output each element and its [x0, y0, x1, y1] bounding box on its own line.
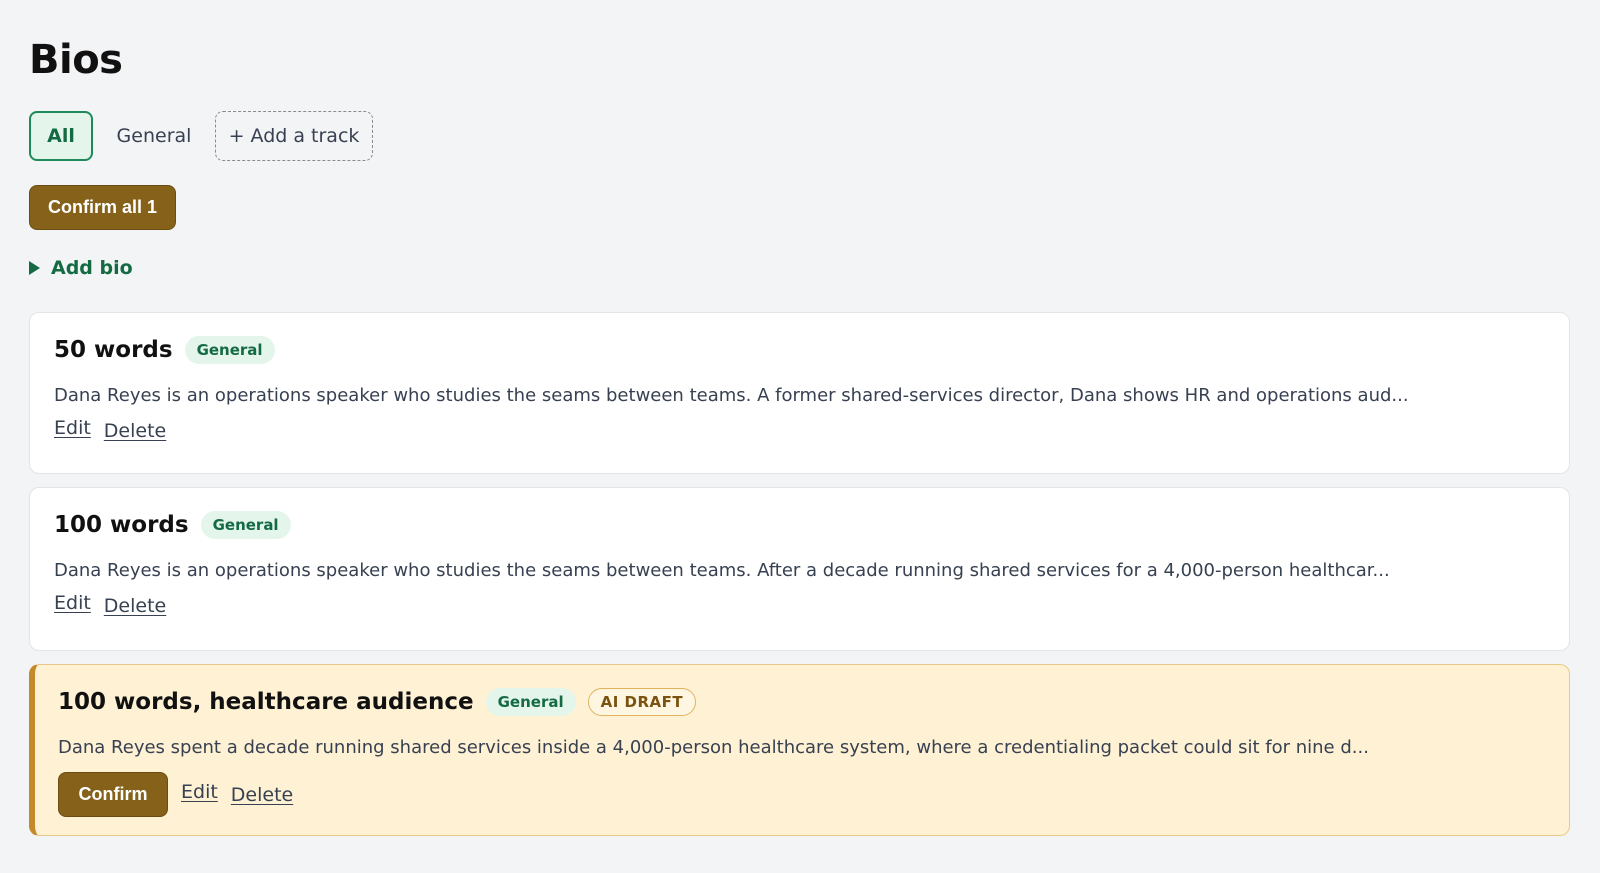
- bio-card: 100 words General Dana Reyes is an opera…: [29, 487, 1570, 651]
- edit-link[interactable]: Edit: [54, 592, 91, 614]
- bio-card: 50 words General Dana Reyes is an operat…: [29, 312, 1570, 474]
- bio-excerpt: Dana Reyes is an operations speaker who …: [54, 560, 1390, 581]
- bio-title: 100 words, healthcare audience: [58, 689, 474, 715]
- edit-link[interactable]: Edit: [54, 417, 91, 439]
- triangle-right-icon: [29, 261, 40, 275]
- bio-actions: Confirm Edit Delete: [58, 772, 1545, 817]
- bio-actions: Edit Delete: [54, 592, 1545, 617]
- track-tag: General: [184, 336, 275, 364]
- track-tabs: All General + Add a track: [29, 111, 1570, 161]
- page-title: Bios: [29, 37, 123, 83]
- track-tag: General: [200, 511, 291, 539]
- tab-all[interactable]: All: [29, 111, 93, 161]
- bio-list: 50 words General Dana Reyes is an operat…: [29, 312, 1570, 836]
- add-bio-label: Add bio: [51, 257, 133, 279]
- bio-card-header: 100 words General: [54, 488, 1545, 542]
- bios-page: Bios All General + Add a track Confirm a…: [0, 0, 1600, 873]
- delete-link[interactable]: Delete: [231, 784, 293, 806]
- delete-link[interactable]: Delete: [104, 595, 166, 617]
- bio-card-header: 100 words, healthcare audience General A…: [58, 665, 1545, 719]
- bio-title: 50 words: [54, 337, 173, 363]
- bio-excerpt: Dana Reyes spent a decade running shared…: [58, 737, 1369, 758]
- bio-card-draft: 100 words, healthcare audience General A…: [29, 664, 1570, 836]
- edit-link[interactable]: Edit: [181, 781, 218, 803]
- add-bio-toggle[interactable]: Add bio: [29, 256, 1570, 280]
- track-tag: General: [485, 688, 576, 716]
- bio-title: 100 words: [54, 512, 189, 538]
- add-track-button[interactable]: + Add a track: [215, 111, 373, 161]
- tab-general[interactable]: General: [93, 111, 215, 161]
- confirm-button[interactable]: Confirm: [58, 772, 168, 817]
- bio-actions: Edit Delete: [54, 417, 1545, 442]
- bio-card-header: 50 words General: [54, 313, 1545, 367]
- confirm-all-button[interactable]: Confirm all 1: [29, 185, 177, 230]
- delete-link[interactable]: Delete: [104, 420, 166, 442]
- ai-draft-badge: AI DRAFT: [587, 688, 697, 716]
- bio-excerpt: Dana Reyes is an operations speaker who …: [54, 385, 1409, 406]
